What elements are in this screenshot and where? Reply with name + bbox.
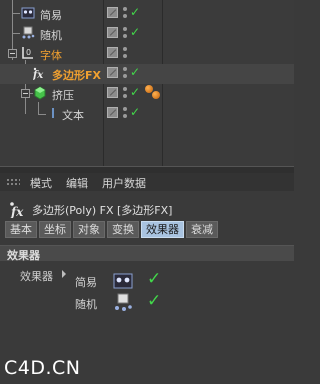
layer-flag[interactable]: [107, 47, 118, 58]
layer-flag[interactable]: [107, 87, 118, 98]
svg-text:0: 0: [26, 48, 31, 57]
object-row[interactable]: 0 字体: [0, 44, 294, 64]
polyfx-icon: fx: [10, 202, 24, 218]
object-row[interactable]: 文本 ✓: [0, 104, 294, 124]
attribute-title: 多边形(Poly) FX [多边形FX]: [32, 204, 173, 217]
visibility-dots[interactable]: [122, 106, 128, 120]
simple-effector-icon: [21, 7, 35, 19]
visibility-dots[interactable]: [122, 46, 128, 60]
enable-check-icon[interactable]: ✓: [130, 105, 140, 119]
svg-text:fx: fx: [10, 205, 24, 218]
svg-text:fx: fx: [33, 70, 44, 80]
effector-list-item[interactable]: 随机 ✓: [75, 291, 255, 315]
panel-splitter[interactable]: [0, 166, 294, 173]
object-label: 文本: [62, 109, 84, 122]
tab-basic[interactable]: 基本: [5, 221, 37, 238]
object-row-selected[interactable]: fx 多边形FX ✓: [0, 64, 294, 84]
extrude-icon: [34, 86, 46, 100]
enable-check-icon[interactable]: ✓: [130, 85, 140, 99]
layer-flag[interactable]: [107, 7, 118, 18]
object-label: 简易: [40, 9, 62, 22]
visibility-dots[interactable]: [122, 86, 128, 100]
attribute-manager: 模式 编辑 用户数据 fx 多边形(Poly) FX [多边形FX] 基本 坐标…: [0, 173, 294, 384]
layer-flag[interactable]: [107, 107, 118, 118]
visibility-dots[interactable]: [122, 66, 128, 80]
grip-icon[interactable]: [6, 178, 20, 186]
attribute-title-row: fx 多边形(Poly) FX [多边形FX]: [0, 199, 294, 219]
enable-check-icon[interactable]: ✓: [130, 65, 140, 79]
null-object-icon: 0: [22, 47, 33, 59]
watermark: C4D.CN: [4, 357, 81, 379]
menu-mode[interactable]: 模式: [30, 175, 52, 191]
random-effector-icon: [22, 26, 35, 39]
object-row[interactable]: 简易 ✓: [0, 4, 294, 24]
attribute-menubar: 模式 编辑 用户数据: [0, 173, 294, 191]
menu-user-data[interactable]: 用户数据: [102, 175, 146, 191]
polyfx-icon: fx: [33, 67, 44, 80]
layer-flag[interactable]: [107, 27, 118, 38]
effector-name: 简易: [75, 276, 97, 289]
material-tag-icon[interactable]: [152, 91, 160, 99]
expand-arrow-icon[interactable]: [62, 270, 66, 278]
menu-edit[interactable]: 编辑: [66, 175, 88, 191]
collapse-icon[interactable]: [21, 89, 30, 98]
object-row[interactable]: 随机 ✓: [0, 24, 294, 44]
tab-falloff[interactable]: 衰减: [186, 221, 218, 238]
object-label: 挤压: [52, 89, 74, 102]
effector-name: 随机: [75, 298, 97, 311]
random-effector-icon: [115, 293, 132, 311]
attribute-tabs: 基本 坐标 对象 变换 效果器 衰减: [5, 221, 218, 238]
tab-object[interactable]: 对象: [73, 221, 105, 238]
text-spline-icon: [52, 108, 54, 118]
collapse-icon[interactable]: [8, 49, 17, 58]
simple-effector-icon: [113, 273, 133, 289]
effectors-field-label: 效果器: [20, 270, 53, 283]
section-header: 效果器: [0, 245, 294, 262]
object-manager: 简易 ✓ 随机 ✓ 0 字体 fx 多边形FX ✓ 挤压 ✓ 文本 ✓: [0, 0, 294, 166]
tab-transform[interactable]: 变换: [107, 221, 139, 238]
object-label: 多边形FX: [52, 69, 101, 82]
object-label: 字体: [40, 49, 62, 62]
effector-list-item[interactable]: 简易 ✓: [75, 269, 255, 293]
effector-enabled-check-icon[interactable]: ✓: [147, 291, 161, 311]
enable-check-icon[interactable]: ✓: [130, 5, 140, 19]
tab-effectors[interactable]: 效果器: [141, 221, 184, 238]
effector-enabled-check-icon[interactable]: ✓: [147, 269, 161, 289]
enable-check-icon[interactable]: ✓: [130, 25, 140, 39]
visibility-dots[interactable]: [122, 26, 128, 40]
visibility-dots[interactable]: [122, 6, 128, 20]
tab-coordinates[interactable]: 坐标: [39, 221, 71, 238]
object-row[interactable]: 挤压 ✓: [0, 84, 294, 104]
object-label: 随机: [40, 29, 62, 42]
layer-flag[interactable]: [107, 67, 118, 78]
section-title: 效果器: [7, 249, 40, 262]
